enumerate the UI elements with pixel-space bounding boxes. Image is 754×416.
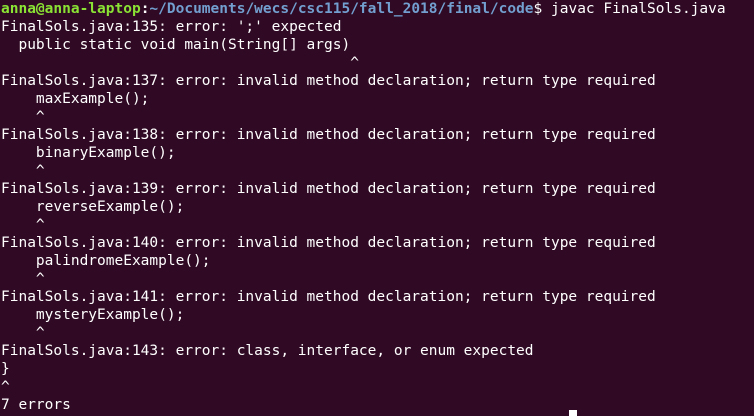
output-line: FinalSols.java:138: error: invalid metho… — [1, 127, 656, 143]
output-line: ^ — [1, 379, 10, 395]
output-line: ^ — [1, 163, 45, 179]
output-line: FinalSols.java:140: error: invalid metho… — [1, 235, 656, 251]
output-line: ^ — [1, 217, 45, 233]
output-line: FinalSols.java:143: error: class, interf… — [1, 343, 534, 359]
output-line: FinalSols.java:137: error: invalid metho… — [1, 73, 656, 89]
output-line: reverseExample(); — [1, 199, 185, 215]
output-line: ^ — [1, 109, 45, 125]
error-count-line: 7 errors — [1, 397, 71, 413]
output-line: maxExample(); — [1, 91, 150, 107]
output-line: mysteryExample(); — [1, 307, 185, 323]
output-line: public static void main(String[] args) — [1, 37, 351, 53]
prompt-command: javac FinalSols.java — [551, 1, 726, 17]
output-line: FinalSols.java:141: error: invalid metho… — [1, 289, 656, 305]
output-line: palindromeExample(); — [1, 253, 211, 269]
output-line: binaryExample(); — [1, 145, 176, 161]
output-line: ^ — [1, 55, 359, 71]
prompt-user-host: anna@anna-laptop — [1, 1, 141, 17]
prompt-dollar: $ — [533, 1, 551, 17]
prompt-path: ~/Documents/wecs/csc115/fall_2018/final/… — [149, 1, 534, 17]
output-line: ^ — [1, 325, 45, 341]
output-line: FinalSols.java:139: error: invalid metho… — [1, 181, 656, 197]
text-cursor — [569, 410, 577, 416]
prompt-line: anna@anna-laptop:~/Documents/wecs/csc115… — [1, 0, 754, 18]
terminal-window[interactable]: anna@anna-laptop:~/Documents/wecs/csc115… — [0, 0, 754, 416]
output-line: ^ — [1, 271, 45, 287]
output-line: FinalSols.java:135: error: ';' expected — [1, 19, 342, 35]
output-line: } — [1, 361, 10, 377]
